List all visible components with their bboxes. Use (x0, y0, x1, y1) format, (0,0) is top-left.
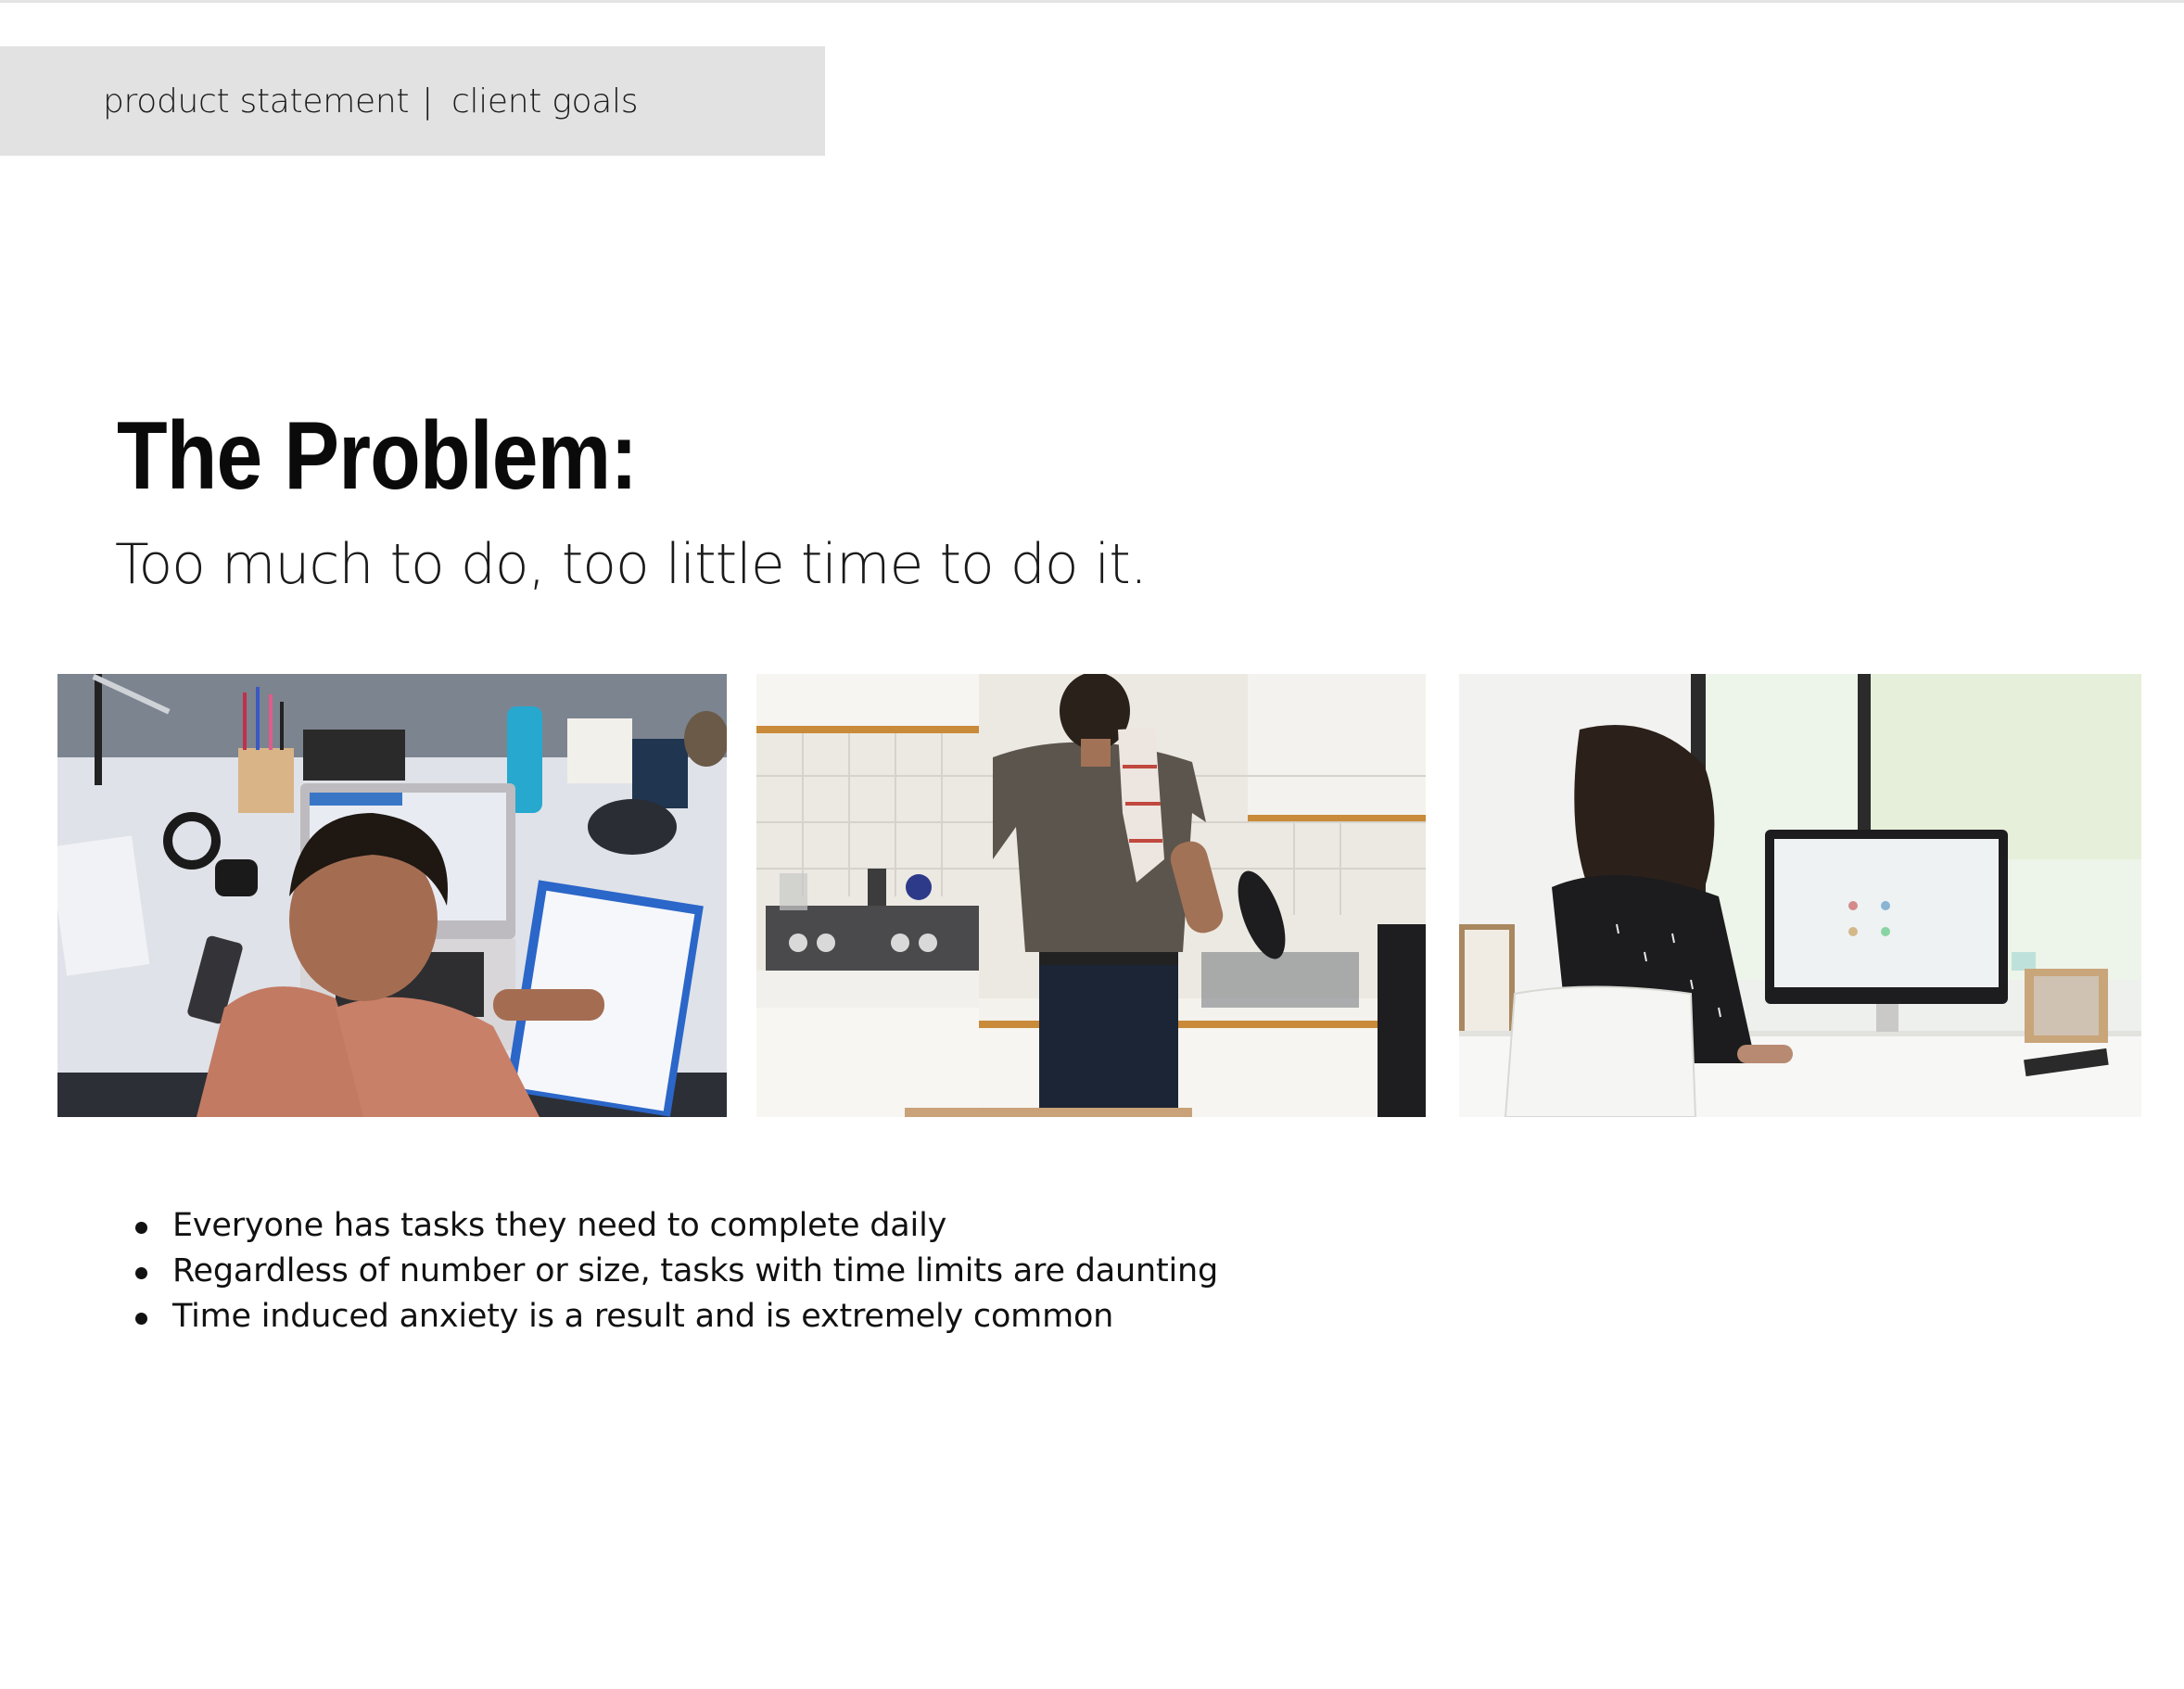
list-item: Regardless of number or size, tasks with… (135, 1249, 1218, 1294)
top-divider (0, 0, 2184, 3)
photo-woman-at-computer (1459, 674, 2141, 1117)
page-subtitle: Too much to do, too little time to do it… (115, 532, 1148, 597)
problem-bullet-list: Everyone has tasks they need to complete… (135, 1203, 1218, 1340)
photo-man-washing-dishes (756, 674, 1426, 1117)
list-item: Time induced anxiety is a result and is … (135, 1294, 1218, 1340)
section-product-statement: product statement (103, 82, 410, 121)
photo-student-studying (57, 674, 727, 1117)
section-breadcrumb: product statement | client goals (0, 46, 825, 156)
list-item: Everyone has tasks they need to complete… (135, 1203, 1218, 1249)
page-title: The Problem: (117, 402, 638, 510)
section-separator: | (422, 82, 433, 121)
section-client-goals: client goals (451, 82, 639, 121)
